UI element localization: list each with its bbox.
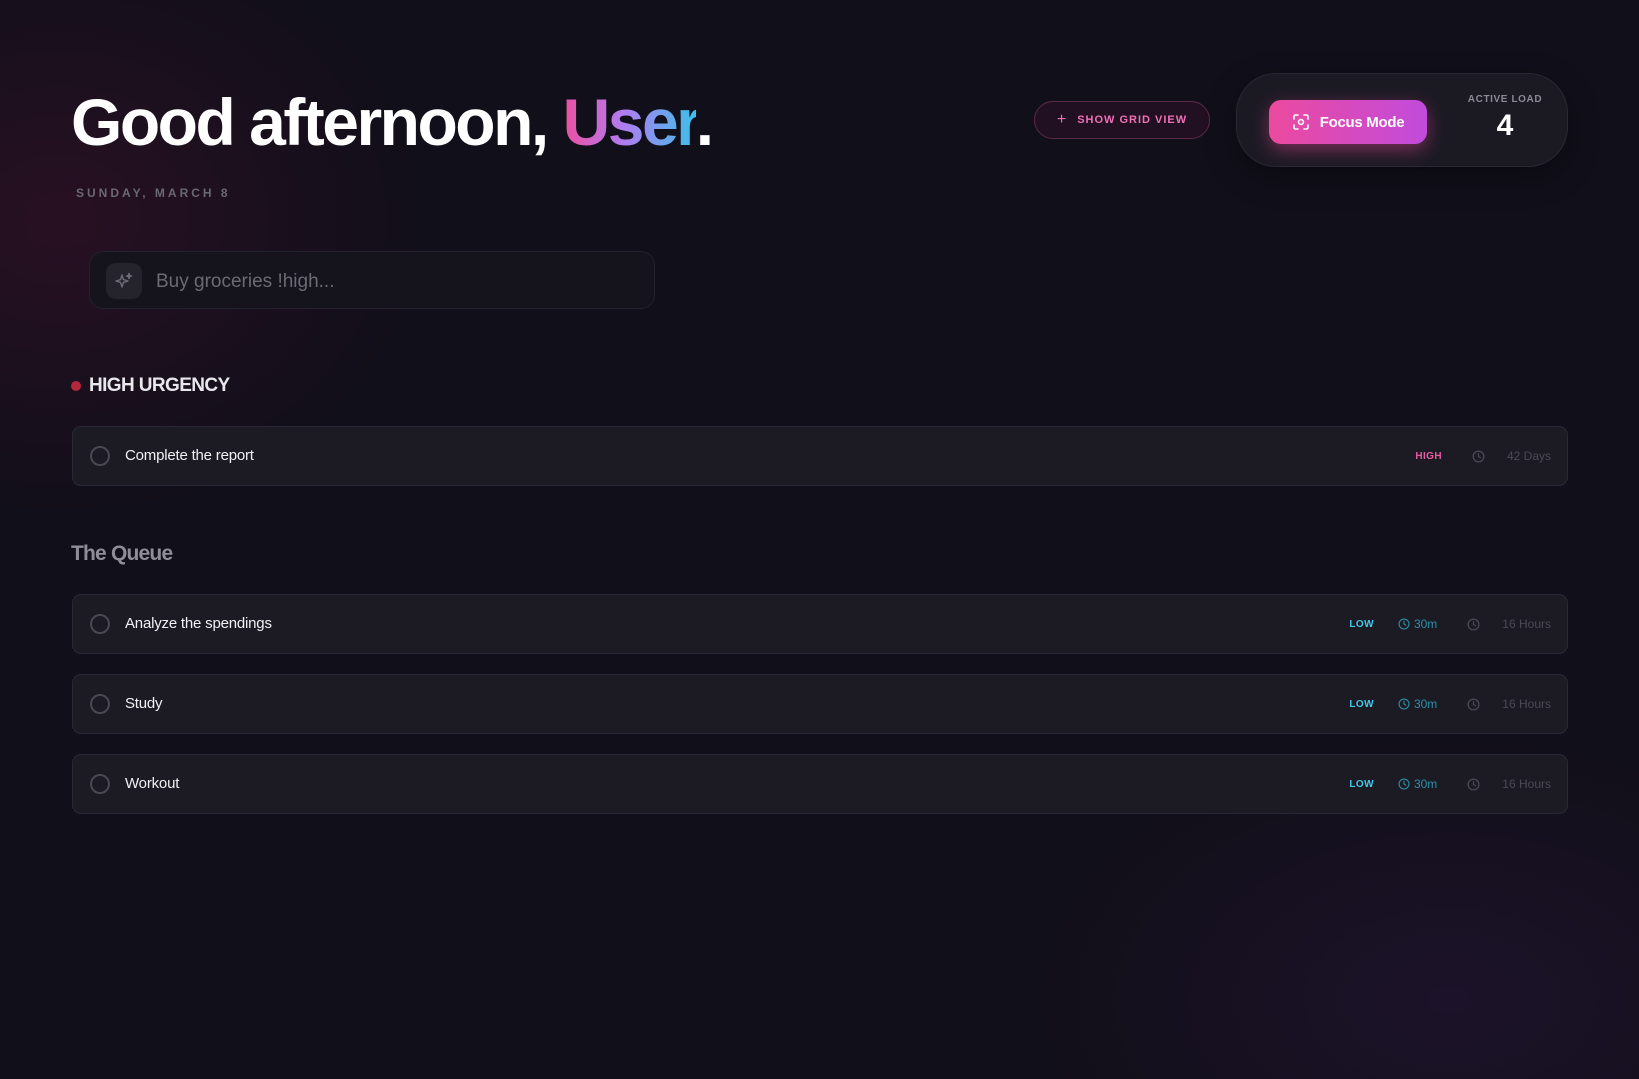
focus-mode-button[interactable]: Focus Mode bbox=[1269, 100, 1427, 144]
priority-badge: LOW bbox=[1349, 778, 1374, 790]
priority-badge: HIGH bbox=[1415, 450, 1442, 462]
task-estimate-value: 30m bbox=[1413, 697, 1438, 711]
clock-icon bbox=[1467, 778, 1480, 791]
greeting-suffix: . bbox=[695, 85, 714, 159]
focus-mode-label: Focus Mode bbox=[1319, 113, 1405, 131]
urgency-dot-icon bbox=[71, 381, 81, 391]
queue-title: The Queue bbox=[71, 542, 173, 565]
task-estimate: 30m bbox=[1398, 697, 1437, 711]
focus-target-icon bbox=[1292, 113, 1310, 131]
show-grid-view-label: SHOW GRID VIEW bbox=[1077, 114, 1188, 126]
task-row[interactable]: Study LOW 30m 16 Hours bbox=[72, 674, 1568, 734]
task-name: Complete the report bbox=[125, 447, 254, 464]
clock-icon bbox=[1472, 450, 1485, 463]
task-checkbox[interactable] bbox=[90, 694, 110, 714]
task-estimate: 30m bbox=[1398, 777, 1437, 791]
task-meta: HIGH 42 Days bbox=[1415, 427, 1551, 485]
plus-icon: + bbox=[1056, 111, 1068, 128]
active-load-label: ACTIVE LOAD bbox=[1467, 94, 1543, 105]
clock-icon bbox=[1467, 618, 1480, 631]
task-estimate-value: 30m bbox=[1413, 617, 1438, 631]
task-checkbox[interactable] bbox=[90, 614, 110, 634]
timer-icon bbox=[1398, 778, 1410, 790]
task-estimate: 30m bbox=[1398, 617, 1437, 631]
task-meta: LOW 30m 16 Hours bbox=[1349, 675, 1551, 733]
active-load: ACTIVE LOAD 4 bbox=[1457, 94, 1553, 143]
task-name: Workout bbox=[125, 775, 180, 792]
task-row[interactable]: Complete the report HIGH 42 Days bbox=[72, 426, 1568, 486]
show-grid-view-button[interactable]: + SHOW GRID VIEW bbox=[1034, 101, 1210, 139]
task-row[interactable]: Workout LOW 30m 16 Hours bbox=[72, 754, 1568, 814]
priority-badge: LOW bbox=[1349, 698, 1374, 710]
high-urgency-heading: HIGH URGENCY bbox=[71, 375, 230, 397]
quick-add-input[interactable] bbox=[154, 264, 638, 300]
task-name: Study bbox=[125, 695, 163, 712]
task-due: 42 Days bbox=[1506, 449, 1551, 463]
focus-panel: Focus Mode ACTIVE LOAD 4 bbox=[1236, 73, 1568, 167]
greeting-heading: Good afternoon, User. bbox=[71, 82, 714, 162]
current-date: SUNDAY, MARCH 8 bbox=[76, 186, 231, 200]
task-due: 16 Hours bbox=[1502, 617, 1551, 631]
task-estimate-value: 30m bbox=[1413, 777, 1438, 791]
greeting-prefix: Good afternoon, bbox=[71, 85, 563, 159]
task-checkbox[interactable] bbox=[90, 774, 110, 794]
task-meta: LOW 30m 16 Hours bbox=[1349, 755, 1551, 813]
sparkle-icon bbox=[106, 263, 142, 299]
task-due: 16 Hours bbox=[1502, 777, 1551, 791]
task-meta: LOW 30m 16 Hours bbox=[1349, 595, 1551, 653]
high-urgency-title: HIGH URGENCY bbox=[89, 375, 230, 396]
timer-icon bbox=[1398, 698, 1410, 710]
task-row[interactable]: Analyze the spendings LOW 30m 16 Hours bbox=[72, 594, 1568, 654]
active-load-count: 4 bbox=[1496, 109, 1514, 142]
timer-icon bbox=[1398, 618, 1410, 630]
user-name: User bbox=[562, 85, 699, 159]
task-name: Analyze the spendings bbox=[125, 615, 272, 632]
task-checkbox[interactable] bbox=[90, 446, 110, 466]
task-due: 16 Hours bbox=[1502, 697, 1551, 711]
clock-icon bbox=[1467, 698, 1480, 711]
quick-add-box bbox=[89, 251, 655, 309]
priority-badge: LOW bbox=[1349, 618, 1374, 630]
